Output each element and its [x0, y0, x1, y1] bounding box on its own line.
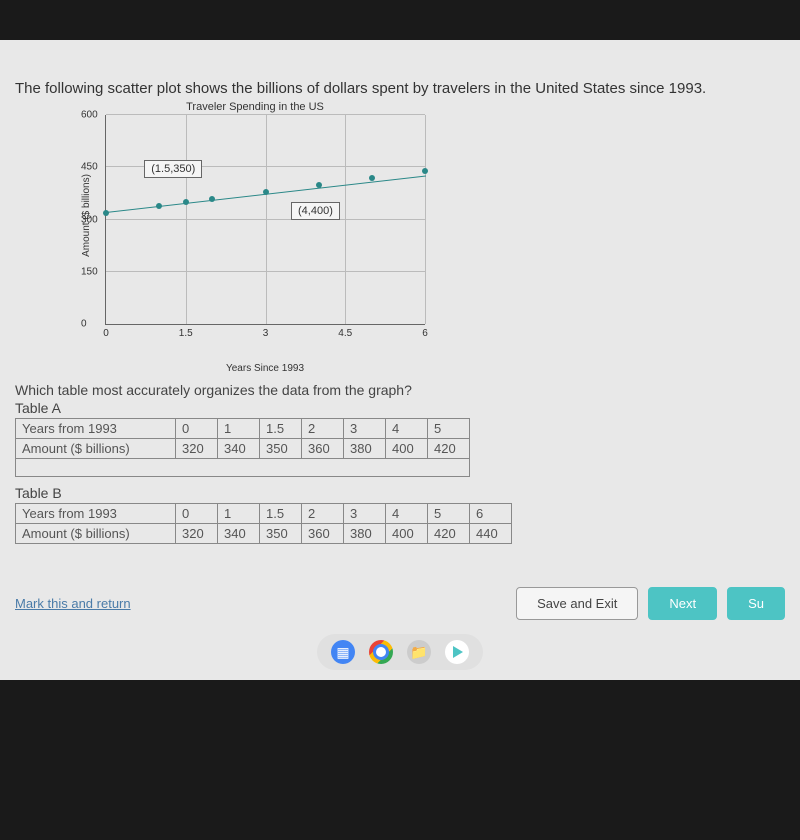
data-point — [316, 182, 322, 188]
x-tick: 6 — [422, 328, 428, 339]
chrome-icon[interactable] — [369, 640, 393, 664]
table-cell: Years from 1993 — [16, 419, 176, 439]
plot: 0 150 300 450 600 0 1.5 3 4.5 6 — [105, 115, 425, 325]
table-cell: Years from 1993 — [16, 504, 176, 524]
y-tick: 0 — [81, 319, 87, 330]
x-axis-label: Years Since 1993 — [85, 363, 445, 374]
data-point — [422, 168, 428, 174]
data-point — [209, 196, 215, 202]
next-button[interactable]: Next — [648, 587, 717, 620]
data-point — [263, 189, 269, 195]
annotation-2: (4,400) — [291, 202, 340, 220]
data-point — [183, 199, 189, 205]
data-point — [103, 210, 109, 216]
mark-return-link[interactable]: Mark this and return — [15, 596, 131, 611]
sub-question: Which table most accurately organizes th… — [15, 382, 785, 398]
app-icon[interactable]: ▦ — [331, 640, 355, 664]
table-b-label: Table B — [15, 485, 785, 501]
x-tick: 0 — [103, 328, 109, 339]
play-icon[interactable] — [445, 640, 469, 664]
save-exit-button[interactable]: Save and Exit — [516, 587, 638, 620]
table-a-label: Table A — [15, 400, 785, 416]
data-point — [156, 203, 162, 209]
button-group: Save and Exit Next Su — [516, 587, 785, 620]
bottom-bar: Mark this and return Save and Exit Next … — [15, 587, 785, 620]
data-point — [369, 175, 375, 181]
y-tick: 300 — [81, 214, 98, 225]
files-icon[interactable]: 📁 — [407, 640, 431, 664]
x-tick: 4.5 — [338, 328, 352, 339]
submit-button[interactable]: Su — [727, 587, 785, 620]
y-tick: 150 — [81, 266, 98, 277]
question-text: The following scatter plot shows the bil… — [15, 80, 785, 97]
table-cell: Amount ($ billions) — [16, 439, 176, 459]
chart-area: Amount ($ billions) 0 150 300 450 600 0 … — [85, 115, 445, 345]
chart-title: Traveler Spending in the US — [65, 101, 445, 113]
x-tick: 1.5 — [179, 328, 193, 339]
taskbar: ▦ 📁 — [317, 634, 483, 670]
annotation-1: (1.5,350) — [144, 160, 202, 178]
y-tick: 600 — [81, 110, 98, 121]
table-a[interactable]: Years from 1993 0 1 1.5 2 3 4 5 Amount (… — [15, 418, 470, 477]
x-tick: 3 — [263, 328, 269, 339]
app-window: The following scatter plot shows the bil… — [0, 40, 800, 680]
table-cell: Amount ($ billions) — [16, 524, 176, 544]
table-b[interactable]: Years from 1993 0 1 1.5 2 3 4 5 6 Amount… — [15, 503, 512, 544]
y-tick: 450 — [81, 162, 98, 173]
chart-container: Traveler Spending in the US Amount ($ bi… — [65, 101, 445, 374]
